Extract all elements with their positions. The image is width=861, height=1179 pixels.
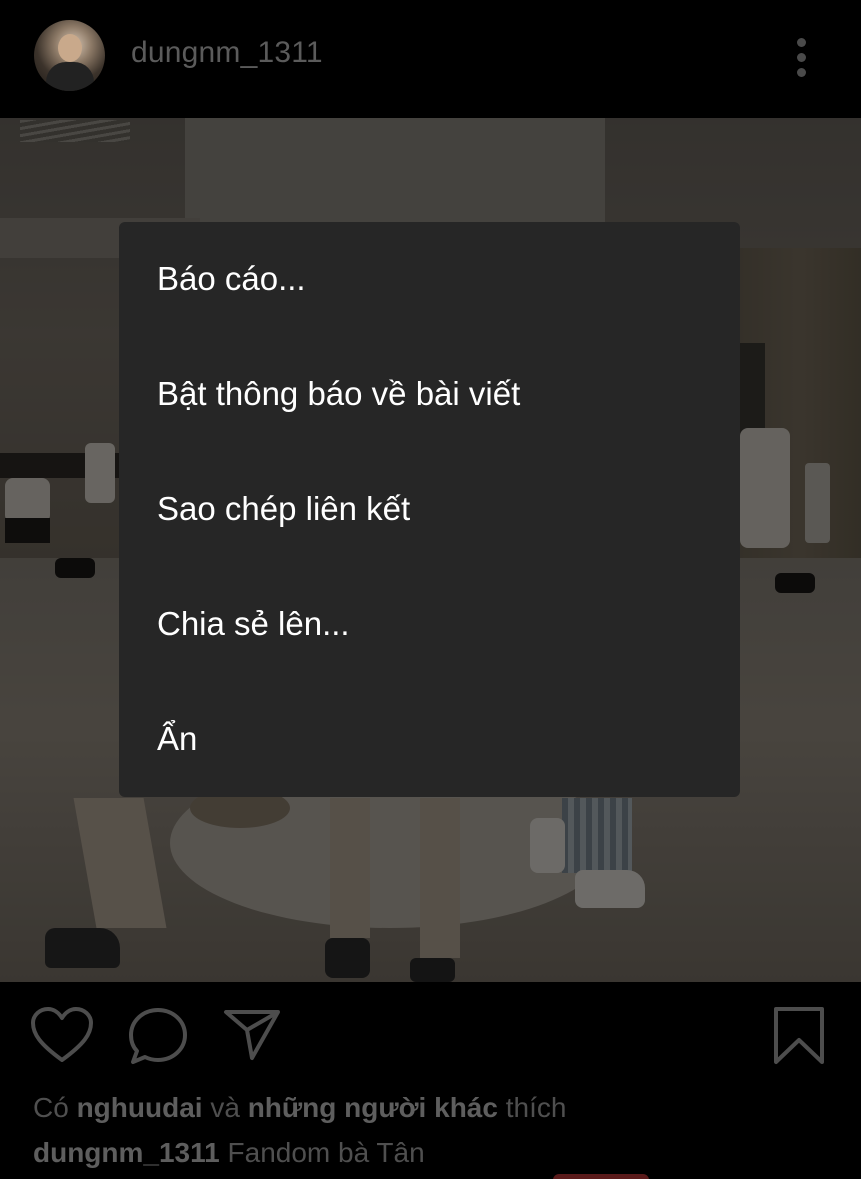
menu-item-turn-on-notifications[interactable]: Bật thông báo về bài viết bbox=[119, 337, 740, 452]
menu-item-label: Bật thông báo về bài viết bbox=[157, 375, 521, 412]
likes-others-link[interactable]: những người khác bbox=[248, 1092, 498, 1123]
menu-item-report[interactable]: Báo cáo... bbox=[119, 222, 740, 337]
menu-item-hide[interactable]: Ẩn bbox=[119, 682, 740, 797]
likes-summary: Có nghuudai và những người khác thích bbox=[33, 1092, 566, 1124]
post-username[interactable]: dungnm_1311 bbox=[131, 36, 323, 70]
share-icon[interactable] bbox=[222, 1006, 282, 1062]
menu-item-label: Báo cáo... bbox=[157, 260, 306, 297]
notification-badge bbox=[553, 1174, 649, 1179]
post-caption: dungnm_1311 Fandom bà Tân bbox=[33, 1137, 425, 1169]
caption-text: Fandom bà Tân bbox=[227, 1137, 425, 1168]
menu-item-label: Ẩn bbox=[157, 720, 198, 757]
more-options-button[interactable] bbox=[785, 34, 819, 80]
likes-suffix: thích bbox=[505, 1092, 567, 1123]
likes-prefix: Có bbox=[33, 1092, 69, 1123]
heart-icon[interactable] bbox=[30, 1006, 94, 1064]
bookmark-icon[interactable] bbox=[772, 1006, 826, 1066]
caption-username[interactable]: dungnm_1311 bbox=[33, 1137, 220, 1168]
app-screen: dungnm_1311 Báo cáo... Bật thông báo về … bbox=[0, 0, 861, 1179]
menu-item-share-to[interactable]: Chia sẻ lên... bbox=[119, 567, 740, 682]
comment-icon[interactable] bbox=[127, 1006, 189, 1066]
menu-item-copy-link[interactable]: Sao chép liên kết bbox=[119, 452, 740, 567]
likes-middle: và bbox=[210, 1092, 240, 1123]
post-action-bar bbox=[0, 982, 861, 1082]
liker-username[interactable]: nghuudai bbox=[77, 1092, 203, 1123]
post-header: dungnm_1311 bbox=[0, 0, 861, 118]
more-options-icon bbox=[797, 38, 806, 47]
avatar[interactable] bbox=[34, 20, 105, 91]
menu-item-label: Chia sẻ lên... bbox=[157, 605, 350, 642]
post-options-menu: Báo cáo... Bật thông báo về bài viết Sao… bbox=[119, 222, 740, 797]
menu-item-label: Sao chép liên kết bbox=[157, 490, 411, 527]
